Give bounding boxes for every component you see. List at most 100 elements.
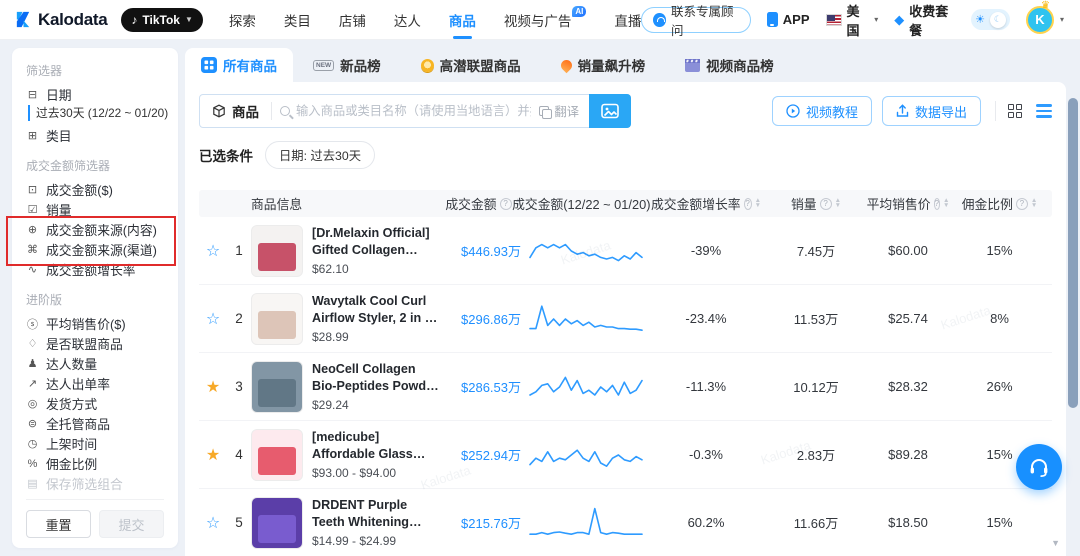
image-search-button[interactable]	[589, 94, 631, 128]
translate-button[interactable]: 翻译	[539, 102, 589, 120]
sidebar-item[interactable]: ▤ 保存筛选组合	[26, 474, 164, 493]
scrollbar-thumb[interactable]	[1068, 98, 1078, 408]
theme-toggle[interactable]: ☀ ☾	[971, 9, 1010, 30]
favorite-star[interactable]: ☆	[199, 513, 227, 533]
help-icon[interactable]: ?	[1015, 197, 1028, 210]
favorite-star[interactable]: ★	[199, 377, 227, 397]
nav-item-product[interactable]: 商品	[449, 10, 476, 39]
tab-high-potential[interactable]: 高潜联盟商品	[401, 48, 541, 82]
sidebar-item-label: 销量	[46, 203, 72, 218]
sort-icon[interactable]: ▲ ▼	[1031, 198, 1037, 208]
filter-chip-date[interactable]: 日期: 过去30天	[265, 141, 375, 169]
favorite-star[interactable]: ☆	[199, 241, 227, 261]
submit-button[interactable]: 提交	[99, 510, 164, 538]
product-title[interactable]: Wavytalk Cool Curl Airflow Styler, 2 in …	[312, 293, 441, 327]
tab-sales-surge[interactable]: 销量飙升榜	[541, 48, 666, 82]
product-title[interactable]: DRDENT Purple Teeth Whitening Strips - 7…	[312, 497, 441, 531]
date-filter-value[interactable]: 过去30天 (12/22 ~ 01/20)	[28, 105, 168, 121]
favorite-star[interactable]: ★	[199, 445, 227, 465]
col-avg-price[interactable]: 平均销售价 ? ▲ ▼	[867, 194, 950, 213]
table-row[interactable]: ★ 4 [medicube] Affordable Glass Glow Ski…	[199, 421, 1052, 489]
col-gmv-trend[interactable]: 成交金额(12/22 ~ 01/20) ▲ ▼	[512, 194, 660, 213]
nav-item-creator[interactable]: 达人	[394, 10, 421, 30]
table-row[interactable]: ☆ 2 Wavytalk Cool Curl Airflow Styler, 2…	[199, 285, 1052, 353]
gmv-growth-value: -23.4%	[685, 311, 727, 326]
sort-icon[interactable]: ▲ ▼	[835, 198, 841, 208]
product-price: $93.00 - $94.00	[312, 466, 397, 480]
tab-all-products[interactable]: 所有商品	[185, 48, 293, 82]
rank-number: 5	[235, 515, 243, 530]
favorite-star[interactable]: ☆	[199, 309, 227, 329]
sidebar-item[interactable]: % 佣金比例	[26, 454, 164, 473]
reset-button[interactable]: 重置	[26, 510, 91, 538]
col-gmv[interactable]: 成交金额 ? ▲ ▼	[441, 194, 521, 213]
sidebar-item[interactable]: ☑ 销量	[26, 200, 164, 219]
kalodata-logo[interactable]: Kalodata	[14, 10, 108, 30]
sidebar-item[interactable]: ⊜ 全托管商品	[26, 414, 164, 433]
sidebar-item[interactable]: ⊟ 日期	[26, 85, 164, 104]
tab-video-products[interactable]: 视频商品榜	[665, 48, 794, 82]
search-type-selector[interactable]: 商品	[200, 101, 271, 121]
sidebar-item[interactable]: ⓢ 平均销售价($)	[26, 314, 164, 333]
sidebar-item[interactable]: ↗ 达人出单率	[26, 374, 164, 393]
sidebar-item-label: 上架时间	[46, 437, 98, 452]
scroll-down-icon[interactable]: ▼	[1051, 538, 1060, 548]
nav-item-shop[interactable]: 店铺	[339, 10, 366, 30]
sidebar-item[interactable]: ⊞ 类目	[26, 126, 164, 145]
nav-item-category[interactable]: 类目	[284, 10, 311, 30]
help-icon[interactable]: ?	[933, 197, 940, 210]
product-image[interactable]	[251, 224, 303, 277]
sidebar-item[interactable]: ⌘ 成交金额来源(渠道)	[26, 240, 164, 259]
product-cell[interactable]: [medicube] Affordable Glass Glow Skincar…	[251, 428, 441, 481]
sidebar-item[interactable]: ♢ 是否联盟商品	[26, 334, 164, 353]
product-cell[interactable]: NeoCell Collagen Bio-Peptides Powder 20o…	[251, 360, 441, 413]
col-sales[interactable]: 销量 ? ▲ ▼	[761, 194, 871, 213]
col-product-info[interactable]: 商品信息	[251, 194, 441, 213]
search-input[interactable]	[296, 104, 532, 118]
product-image[interactable]	[251, 428, 303, 481]
help-icon[interactable]: ?	[743, 197, 752, 210]
product-cell[interactable]: Wavytalk Cool Curl Airflow Styler, 2 in …	[251, 292, 441, 345]
grid-view-icon[interactable]	[1008, 104, 1022, 118]
headset-icon	[653, 12, 667, 27]
sidebar-item[interactable]: ⊕ 成交金额来源(内容)	[26, 220, 164, 239]
nav-item-live[interactable]: 直播	[614, 10, 641, 30]
user-menu[interactable]: ♛ K ▾	[1025, 0, 1064, 34]
product-image[interactable]	[251, 292, 303, 345]
help-icon[interactable]: ?	[499, 197, 512, 210]
sidebar-item-label: 全托管商品	[46, 417, 110, 432]
sidebar-item[interactable]: ◎ 发货方式	[26, 394, 164, 413]
product-cell[interactable]: DRDENT Purple Teeth Whitening Strips - 7…	[251, 496, 441, 549]
product-title[interactable]: [medicube] Affordable Glass Glow Skincar…	[312, 429, 441, 463]
list-view-icon[interactable]	[1036, 104, 1052, 118]
col-gmv-growth[interactable]: 成交金额增长率 ? ▲ ▼	[651, 194, 761, 213]
pricing-plan-button[interactable]: ◆ 收费套餐	[894, 1, 955, 39]
toolbar-actions: 视频教程 数据导出	[762, 96, 1052, 126]
product-title[interactable]: NeoCell Collagen Bio-Peptides Powder 20o…	[312, 361, 441, 395]
tab-new-products[interactable]: NEW 新品榜	[293, 48, 401, 82]
region-selector[interactable]: 美国 ▾	[825, 1, 878, 39]
sidebar-item[interactable]: ◷ 上架时间	[26, 434, 164, 453]
nav-item-video-ads[interactable]: 视频与广告AI	[504, 5, 587, 30]
data-export-button[interactable]: 数据导出	[881, 96, 981, 126]
customer-support-button[interactable]	[1016, 444, 1062, 490]
sidebar-item[interactable]: ⊡ 成交金额($)	[26, 180, 164, 199]
product-price: $14.99 - $24.99	[312, 534, 397, 548]
sidebar-item[interactable]: ∿ 成交金额增长率	[26, 260, 164, 279]
app-download-button[interactable]: APP	[766, 12, 810, 27]
consult-advisor-button[interactable]: 联系专属顾问	[641, 5, 751, 38]
play-circle-icon	[786, 104, 800, 118]
table-row[interactable]: ☆ 5 DRDENT Purple Teeth Whitening Strips…	[199, 489, 1052, 556]
product-image[interactable]	[251, 360, 303, 413]
platform-selector[interactable]: ♪ TikTok ▼	[121, 7, 203, 32]
sidebar-item[interactable]: ♟ 达人数量	[26, 354, 164, 373]
product-cell[interactable]: [Dr.Melaxin Official] Gifted Collagen Bo…	[251, 224, 441, 277]
product-title[interactable]: [Dr.Melaxin Official] Gifted Collagen Bo…	[312, 225, 441, 259]
nav-item-explore[interactable]: 探索	[229, 10, 256, 30]
product-image[interactable]	[251, 496, 303, 549]
help-icon[interactable]: ?	[819, 197, 832, 210]
video-tutorial-button[interactable]: 视频教程	[771, 96, 872, 126]
col-commission[interactable]: 佣金比例 ? ▲ ▼	[945, 194, 1054, 213]
table-row[interactable]: ★ 3 NeoCell Collagen Bio-Peptides Powder…	[199, 353, 1052, 421]
table-row[interactable]: ☆ 1 [Dr.Melaxin Official] Gifted Collage…	[199, 217, 1052, 285]
